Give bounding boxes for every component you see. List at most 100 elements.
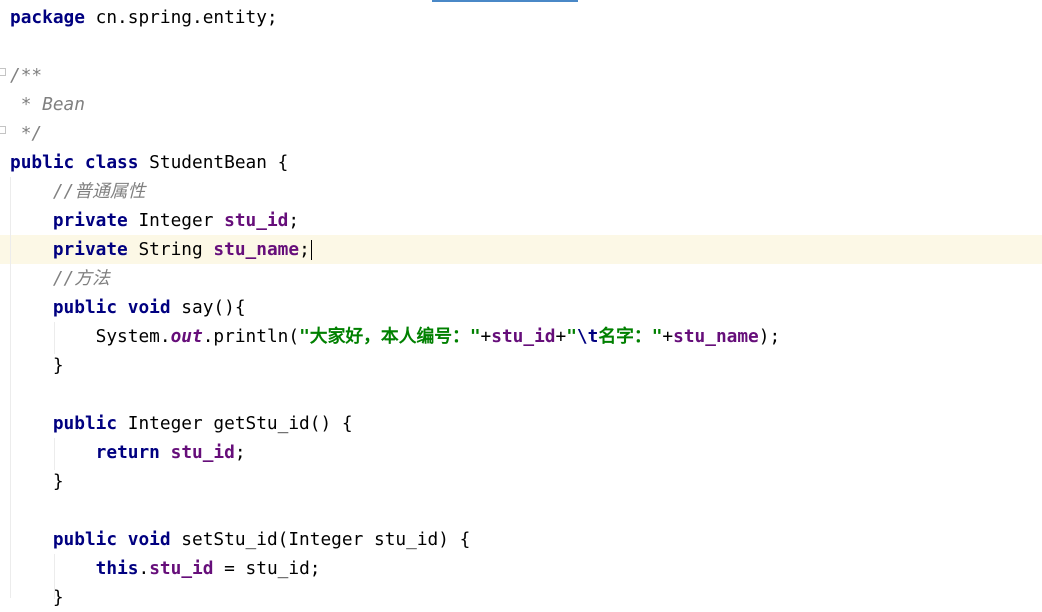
indent-guide <box>54 554 55 599</box>
code-line-text: } <box>10 467 64 496</box>
code-line[interactable]: return stu_id; <box>0 438 1042 467</box>
code-line-text: * Bean <box>10 90 85 119</box>
code-token: ; <box>234 442 246 463</box>
indent-guide <box>54 438 55 470</box>
code-token: . <box>138 558 150 579</box>
code-line[interactable]: public void setStu_id(Integer stu_id) { <box>0 525 1042 554</box>
code-line-text: this.stu_id = stu_id; <box>10 554 321 583</box>
code-token: stu_id <box>149 558 214 579</box>
code-line[interactable]: System.out.println("大家好，本人编号："+stu_id+"\… <box>0 322 1042 351</box>
editor-tab-indicator <box>432 0 578 2</box>
code-token: + <box>662 326 674 347</box>
code-line-text: public Integer getStu_id() { <box>10 409 353 438</box>
code-token: say(){ <box>170 297 246 318</box>
code-token: //普通属性 <box>52 181 146 202</box>
code-token: public <box>52 413 118 434</box>
code-line-text: } <box>10 583 64 612</box>
code-line[interactable] <box>0 496 1042 525</box>
code-line[interactable]: } <box>0 583 1042 612</box>
code-line[interactable]: } <box>0 467 1042 496</box>
code-token: Integer getStu_id() { <box>117 413 353 434</box>
code-line-text: //方法 <box>10 264 110 293</box>
code-token: //方法 <box>52 268 110 289</box>
code-line-text: private String stu_name; <box>10 235 312 264</box>
code-token: stu_name <box>673 326 759 347</box>
code-line[interactable]: private Integer stu_id; <box>0 206 1042 235</box>
code-token: return <box>95 442 160 463</box>
code-token: " <box>566 326 577 347</box>
code-line[interactable]: //普通属性 <box>0 177 1042 206</box>
code-line-text: System.out.println("大家好，本人编号："+stu_id+"\… <box>10 322 781 351</box>
code-token: Integer <box>127 210 225 231</box>
code-token: /** <box>10 65 43 86</box>
code-line-text: public class StudentBean { <box>10 148 288 177</box>
text-caret <box>310 240 312 260</box>
code-token: + <box>480 326 492 347</box>
code-line-text: */ <box>10 119 42 148</box>
code-line[interactable]: * Bean <box>0 90 1042 119</box>
code-token: private <box>52 239 128 260</box>
code-line[interactable] <box>0 32 1042 61</box>
code-token: \t <box>576 326 599 347</box>
code-token: stu_name <box>213 239 300 260</box>
code-editor[interactable]: package cn.spring.entity; /** * Bean */ pu… <box>0 0 1042 608</box>
fold-marker-icon[interactable] <box>0 126 6 134</box>
code-token: String <box>127 239 214 260</box>
code-line-text: private Integer stu_id; <box>10 206 299 235</box>
code-token: .println( <box>202 326 300 347</box>
code-token: package <box>10 7 85 28</box>
code-token: } <box>10 471 64 492</box>
code-token: cn.spring.entity; <box>84 7 278 28</box>
code-token: } <box>10 355 64 376</box>
fold-marker-icon[interactable] <box>0 68 6 76</box>
code-token: stu_id <box>491 326 556 347</box>
code-token: * Bean <box>10 94 85 115</box>
code-token: = stu_id; <box>213 558 321 579</box>
code-token: StudentBean { <box>138 152 289 173</box>
code-line[interactable]: } <box>0 351 1042 380</box>
code-token: */ <box>10 123 43 144</box>
code-line[interactable]: package cn.spring.entity; <box>0 3 1042 32</box>
code-token: this <box>95 558 139 579</box>
code-line[interactable] <box>0 380 1042 409</box>
code-line-text: public void say(){ <box>10 293 246 322</box>
indent-guide <box>54 322 55 354</box>
code-line[interactable]: */ <box>0 119 1042 148</box>
code-token: "大家好，本人编号：" <box>299 326 481 347</box>
code-token: ; <box>299 239 310 260</box>
code-token: + <box>555 326 567 347</box>
code-token: } <box>10 587 64 608</box>
code-token: stu_id <box>170 442 235 463</box>
code-token: setStu_id(Integer stu_id) { <box>170 529 471 550</box>
code-line[interactable]: //方法 <box>0 264 1042 293</box>
code-line-text: //普通属性 <box>10 177 146 206</box>
code-token: ; <box>288 210 300 231</box>
code-line[interactable]: this.stu_id = stu_id; <box>0 554 1042 583</box>
code-line[interactable]: private String stu_name; <box>0 235 1042 264</box>
code-line[interactable]: public Integer getStu_id() { <box>0 409 1042 438</box>
fold-gutter[interactable] <box>0 0 6 604</box>
code-token: System. <box>10 326 171 347</box>
code-line[interactable]: public void say(){ <box>0 293 1042 322</box>
code-line[interactable]: public class StudentBean { <box>0 148 1042 177</box>
code-line-text: /** <box>10 61 42 90</box>
code-token: ); <box>758 326 781 347</box>
indent-guide <box>10 177 11 598</box>
code-line[interactable]: /** <box>0 61 1042 90</box>
code-token: public void <box>52 297 171 318</box>
code-token: private <box>52 210 128 231</box>
code-line-text: public void setStu_id(Integer stu_id) { <box>10 525 471 554</box>
code-token: out <box>170 326 203 347</box>
code-token: stu_id <box>224 210 289 231</box>
code-line-text: return stu_id; <box>10 438 246 467</box>
